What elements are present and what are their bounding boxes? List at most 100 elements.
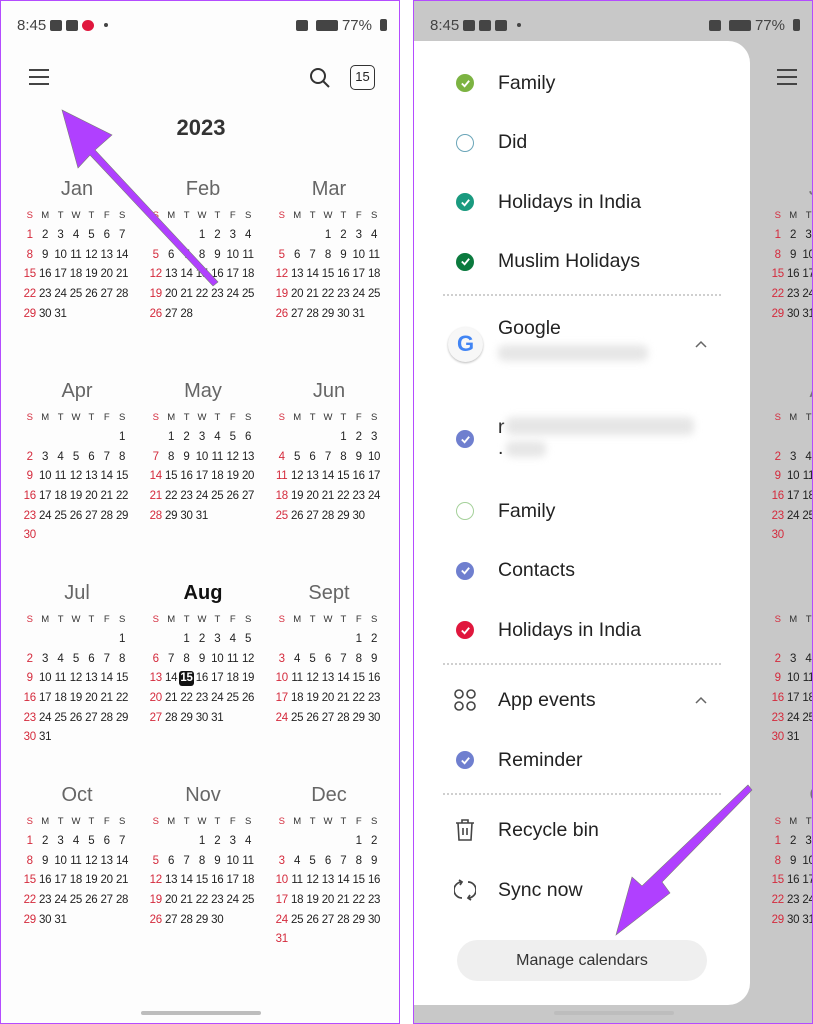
calendar-item[interactable]: Family	[414, 61, 750, 105]
date-cell[interactable]: 16	[22, 689, 37, 709]
month-may[interactable]: May S M T W T F S 1 2 3 4 5 6 7 8 9 10 11 12 13 14 15 16 17 18 19 2…	[148, 380, 258, 526]
date-cell[interactable]: 9	[770, 669, 785, 689]
date-cell[interactable]: 4	[68, 226, 83, 246]
date-cell[interactable]: 29	[114, 507, 129, 527]
date-cell[interactable]: 18	[801, 689, 812, 709]
date-cell[interactable]: 3	[53, 832, 68, 852]
date-cell[interactable]: 11	[801, 467, 812, 487]
date-cell[interactable]: 14	[148, 467, 163, 487]
date-cell[interactable]: 25	[289, 709, 304, 729]
today-date[interactable]: 15	[178, 671, 195, 687]
date-cell[interactable]: 27	[84, 709, 99, 729]
date-cell[interactable]: 3	[194, 428, 209, 448]
date-cell[interactable]: 16	[770, 689, 785, 709]
month-jul[interactable]: JulSMTWTFS123456789101112131415161718192…	[770, 582, 812, 748]
date-cell[interactable]: 7	[114, 832, 129, 852]
date-cell[interactable]: 17	[801, 265, 812, 285]
date-cell[interactable]: 19	[274, 285, 289, 305]
date-cell[interactable]: 23	[770, 507, 785, 527]
date-cell[interactable]: 30	[351, 507, 366, 527]
date-cell[interactable]: 12	[225, 448, 240, 468]
date-cell[interactable]: 1	[770, 226, 785, 246]
date-cell[interactable]: 19	[240, 669, 255, 689]
date-cell[interactable]: 5	[148, 246, 163, 266]
date-cell[interactable]: 31	[53, 911, 68, 931]
date-cell[interactable]: 27	[163, 911, 178, 931]
date-cell[interactable]: 20	[99, 871, 114, 891]
date-cell[interactable]: 25	[68, 891, 83, 911]
date-cell[interactable]: 7	[179, 246, 194, 266]
date-cell[interactable]: 5	[84, 832, 99, 852]
month-jul[interactable]: JulSMTWTFS123456789101112131415161718192…	[22, 582, 132, 748]
date-cell[interactable]: 1	[179, 630, 194, 650]
date-cell[interactable]: 8	[770, 246, 785, 266]
date-cell[interactable]: 16	[210, 871, 225, 891]
date-cell[interactable]: 12	[84, 246, 99, 266]
date-cell[interactable]: 4	[53, 448, 68, 468]
date-cell[interactable]: 2	[210, 226, 225, 246]
date-cell[interactable]: 18	[210, 467, 225, 487]
date-cell[interactable]: 21	[114, 265, 129, 285]
date-cell[interactable]: 16	[366, 871, 381, 891]
date-cell[interactable]: 27	[148, 709, 163, 729]
date-cell[interactable]: 6	[320, 852, 335, 872]
date-cell[interactable]: 6	[99, 832, 114, 852]
checkbox-checked-icon[interactable]	[456, 751, 474, 769]
date-cell[interactable]: 6	[163, 852, 178, 872]
date-cell[interactable]: 22	[22, 285, 37, 305]
date-cell[interactable]: 10	[274, 669, 289, 689]
date-cell[interactable]: 8	[179, 650, 194, 670]
date-cell[interactable]: 10	[351, 246, 366, 266]
date-cell[interactable]: 5	[68, 650, 83, 670]
date-cell[interactable]: 17	[351, 265, 366, 285]
date-cell[interactable]: 29	[770, 305, 785, 325]
date-cell[interactable]: 29	[770, 911, 785, 931]
date-cell[interactable]: 18	[53, 487, 68, 507]
date-cell[interactable]: 24	[37, 709, 52, 729]
date-cell[interactable]: 16	[179, 467, 194, 487]
chevron-up-icon[interactable]	[694, 337, 708, 351]
date-cell[interactable]: 10	[53, 246, 68, 266]
date-cell[interactable]: 26	[274, 305, 289, 325]
date-cell[interactable]: 22	[194, 285, 209, 305]
date-cell[interactable]: 6	[320, 650, 335, 670]
calendar-item[interactable]: Holidays in India	[414, 180, 750, 224]
date-cell[interactable]: 17	[225, 871, 240, 891]
date-cell[interactable]: 30	[194, 709, 209, 729]
date-cell[interactable]: 8	[194, 246, 209, 266]
date-cell[interactable]: 20	[320, 689, 335, 709]
date-cell[interactable]: 15	[770, 265, 785, 285]
date-cell[interactable]: 26	[68, 709, 83, 729]
date-cell[interactable]: 28	[305, 305, 320, 325]
date-cell[interactable]: 17	[194, 467, 209, 487]
date-cell[interactable]: 31	[194, 507, 209, 527]
date-cell[interactable]: 28	[148, 507, 163, 527]
date-cell[interactable]: 1	[336, 428, 351, 448]
date-cell[interactable]: 31	[801, 911, 812, 931]
date-cell[interactable]: 22	[351, 891, 366, 911]
date-cell[interactable]: 4	[289, 852, 304, 872]
month-oct[interactable]: OctSMTWTFS123456789101112131415161718192…	[22, 784, 132, 930]
date-cell[interactable]: 8	[22, 246, 37, 266]
date-cell[interactable]: 6	[163, 246, 178, 266]
date-cell[interactable]: 27	[305, 507, 320, 527]
date-cell[interactable]: 22	[194, 891, 209, 911]
date-cell[interactable]: 4	[210, 428, 225, 448]
date-cell[interactable]: 17	[210, 669, 225, 689]
date-cell[interactable]: 7	[163, 650, 178, 670]
calendar-item[interactable]: Did	[414, 121, 750, 165]
date-cell[interactable]: 4	[366, 226, 381, 246]
calendar-item[interactable]: Contacts	[414, 549, 750, 593]
date-cell[interactable]: 4	[274, 448, 289, 468]
date-cell[interactable]: 4	[240, 832, 255, 852]
date-cell[interactable]: 1	[22, 226, 37, 246]
date-cell[interactable]: 15	[114, 467, 129, 487]
date-cell[interactable]: 7	[336, 650, 351, 670]
date-cell[interactable]: 2	[22, 650, 37, 670]
date-cell[interactable]: 19	[84, 871, 99, 891]
date-cell[interactable]: 17	[785, 487, 800, 507]
month-title[interactable]: Nov	[148, 784, 258, 812]
date-cell[interactable]: 11	[225, 650, 240, 670]
date-cell[interactable]: 30	[22, 728, 37, 748]
month-jan[interactable]: JanSMTWTFS123456789101112131415161718192…	[22, 178, 132, 324]
